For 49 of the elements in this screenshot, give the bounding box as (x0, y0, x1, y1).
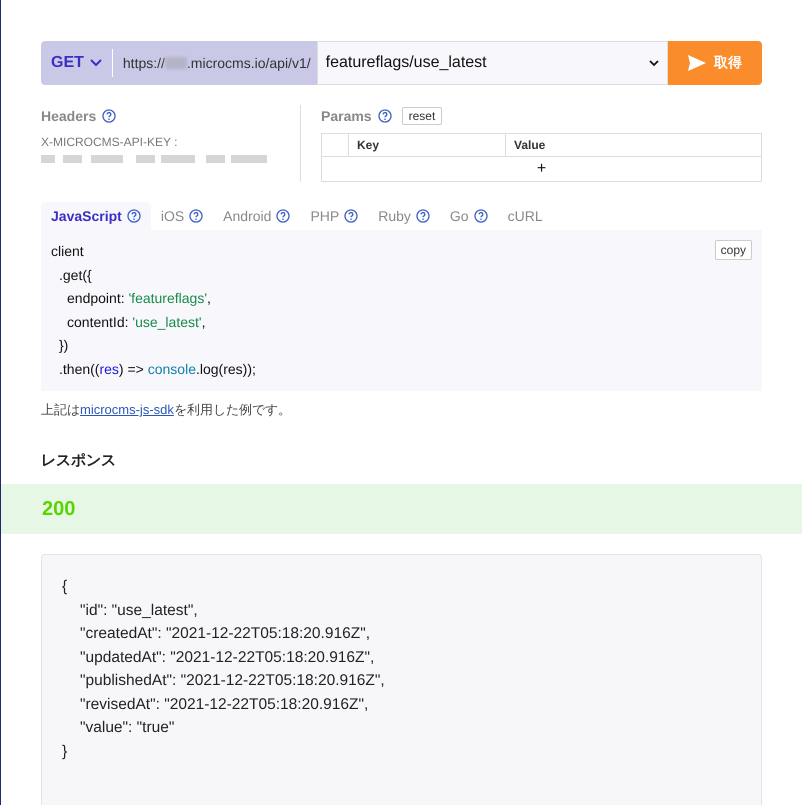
json-line: "id": "use_latest", (80, 600, 199, 620)
code-line: contentId: 'use_latest', (67, 312, 206, 332)
base-url: https:// (122, 55, 165, 71)
help-icon[interactable] (102, 109, 116, 123)
help-icon[interactable] (276, 209, 290, 223)
sdk-note: 上記はmicrocms-js-sdkを利用した例です。 (41, 401, 292, 419)
help-icon[interactable] (378, 109, 392, 123)
header-key-label: X-MICROCMS-API-KEY : (41, 135, 178, 149)
redacted-text (164, 57, 187, 69)
endpoint-select[interactable]: featureflags/use_latest (316, 41, 668, 85)
response-heading: レスポンス (41, 451, 117, 470)
add-param-button[interactable]: + (530, 158, 552, 180)
json-line: } (62, 742, 68, 762)
column-header: Key (348, 134, 506, 156)
sdk-link[interactable]: microcms-js-sdk (80, 402, 174, 417)
method-dropdown[interactable]: GET (41, 41, 112, 85)
language-tab[interactable]: cURL (498, 202, 553, 230)
json-line: { (62, 577, 68, 597)
json-line: "revisedAt": "2021-12-22T05:18:20.916Z", (80, 694, 370, 714)
json-line: "updatedAt": "2021-12-22T05:18:20.916Z", (80, 648, 376, 668)
code-line: endpoint: 'featureflags', (67, 289, 211, 308)
help-icon[interactable] (126, 209, 141, 223)
language-tab[interactable]: iOS (150, 202, 214, 230)
language-tab[interactable]: Android (213, 202, 300, 230)
column-header: Value (506, 134, 762, 156)
help-icon[interactable] (189, 209, 204, 223)
chevron-down-icon (90, 59, 102, 67)
section-title: Headers (41, 108, 96, 124)
json-line: "publishedAt": "2021-12-22T05:18:20.916Z", (80, 671, 386, 691)
help-icon[interactable] (344, 209, 358, 223)
language-tab[interactable]: JavaScript (41, 202, 151, 230)
chevron-down-icon (649, 60, 659, 66)
language-tab[interactable]: Go (440, 202, 498, 230)
send-icon (688, 55, 706, 71)
help-icon[interactable] (416, 209, 430, 223)
base-url: .microcms.io/api/v1/ (186, 55, 311, 71)
code-line: client (51, 242, 84, 261)
code-line: .then((res) => console.log(res)); (59, 360, 256, 379)
code-line: }) (59, 336, 68, 355)
json-line: "value": "true" (80, 718, 176, 738)
copy-button[interactable]: copy (714, 240, 752, 260)
code-line: .get({ (59, 266, 92, 285)
section-title: Params (321, 108, 372, 124)
language-tab[interactable]: PHP (300, 202, 368, 230)
language-tab[interactable]: Ruby (368, 202, 440, 230)
status-code: 200 (42, 498, 76, 520)
help-icon[interactable] (474, 209, 488, 223)
json-line: "createdAt": "2021-12-22T05:18:20.916Z", (80, 624, 371, 644)
reset-button[interactable]: reset (402, 107, 442, 125)
